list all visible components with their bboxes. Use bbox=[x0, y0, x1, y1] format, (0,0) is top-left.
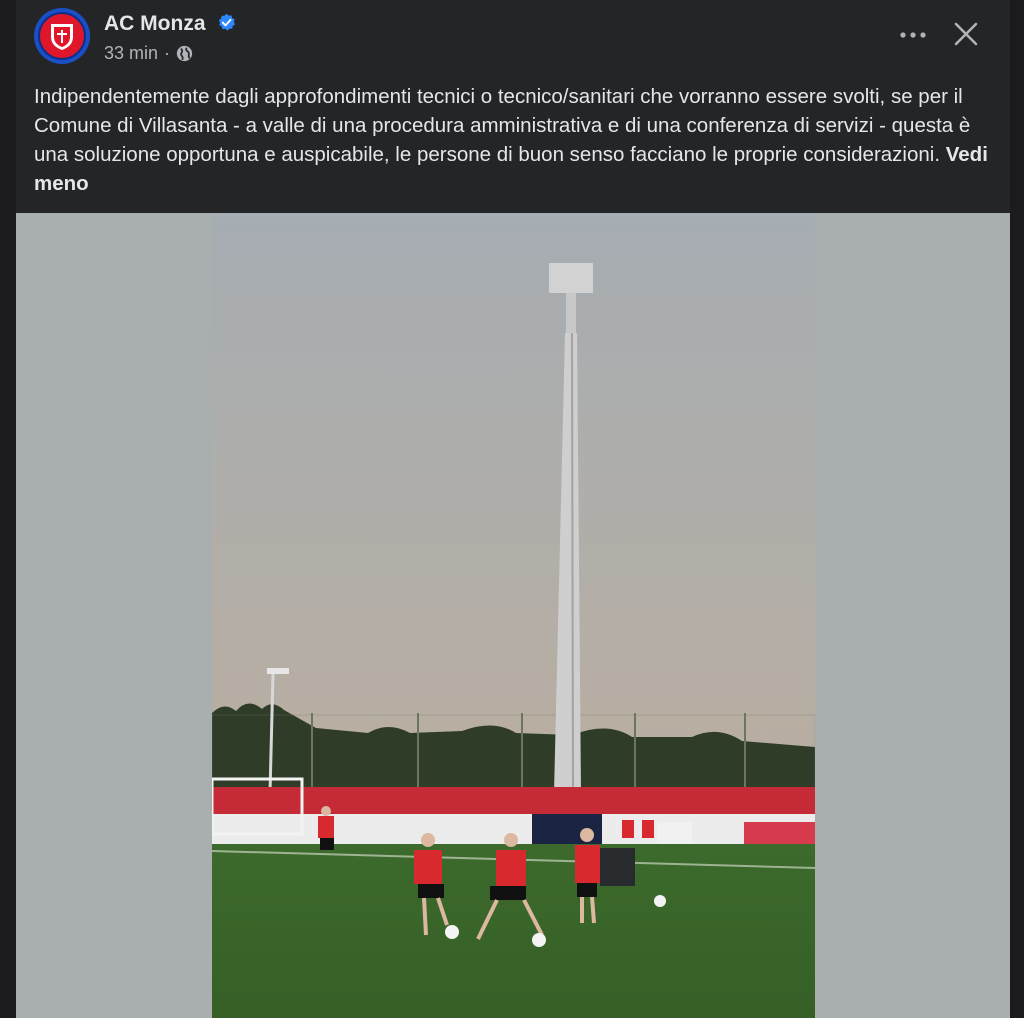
post-text: Indipendentemente dagli approfondimenti … bbox=[34, 82, 1000, 198]
meta-separator: · bbox=[164, 43, 171, 63]
post-card: AC Monza 33 min · Indipendentemente dagl… bbox=[16, 0, 1010, 1018]
close-button[interactable] bbox=[952, 20, 980, 48]
football-pitch-photo[interactable] bbox=[212, 213, 815, 1018]
more-dots-icon bbox=[900, 32, 926, 38]
post-meta: 33 min · bbox=[104, 43, 193, 64]
more-options-button[interactable] bbox=[898, 22, 928, 48]
post-time[interactable]: 33 min bbox=[104, 43, 158, 64]
post-header: AC Monza 33 min · bbox=[16, 0, 1010, 78]
globe-icon bbox=[176, 45, 193, 62]
close-icon bbox=[954, 22, 978, 46]
avatar[interactable] bbox=[34, 8, 90, 64]
club-crest-icon bbox=[38, 12, 86, 60]
post-media[interactable] bbox=[16, 213, 1010, 1018]
post-body: Indipendentemente dagli approfondimenti … bbox=[34, 85, 971, 166]
page-name[interactable]: AC Monza bbox=[104, 12, 206, 36]
verified-badge-icon bbox=[218, 13, 236, 31]
